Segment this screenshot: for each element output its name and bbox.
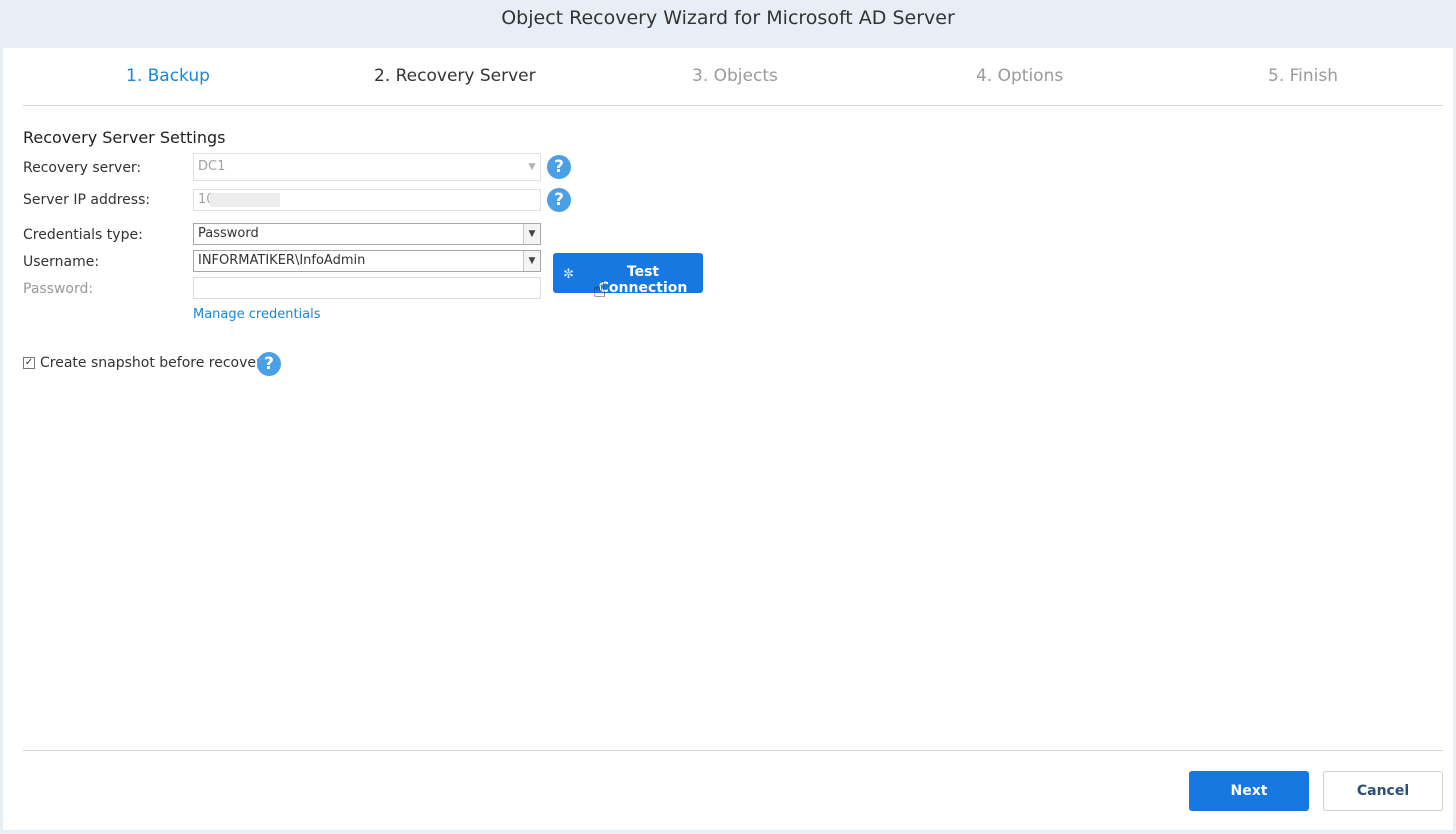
- credentials-type-select[interactable]: Password ▼: [193, 223, 541, 245]
- next-button[interactable]: Next: [1189, 771, 1309, 811]
- username-label: Username:: [23, 254, 100, 270]
- chevron-down-icon: ▼: [523, 224, 540, 244]
- credentials-type-value: Password: [198, 226, 259, 241]
- footer-divider: [23, 750, 1443, 751]
- step-backup[interactable]: 1. Backup: [126, 66, 210, 86]
- loading-spinner-icon: ✼: [563, 267, 574, 282]
- step-options: 4. Options: [976, 66, 1064, 86]
- question-circle-icon[interactable]: ?: [547, 155, 571, 179]
- step-recovery-server[interactable]: 2. Recovery Server: [374, 66, 536, 86]
- recovery-server-value: DC1: [198, 159, 226, 174]
- redacted-block: [210, 193, 280, 207]
- password-field[interactable]: [193, 277, 541, 299]
- question-circle-icon[interactable]: ?: [257, 352, 281, 376]
- manage-credentials-link[interactable]: Manage credentials: [193, 307, 321, 322]
- question-circle-icon[interactable]: ?: [547, 188, 571, 212]
- step-objects: 3. Objects: [692, 66, 778, 86]
- cancel-button[interactable]: Cancel: [1323, 771, 1443, 811]
- snapshot-checkbox[interactable]: ✓: [23, 357, 35, 369]
- section-title: Recovery Server Settings: [23, 128, 226, 147]
- recovery-server-label: Recovery server:: [23, 160, 142, 176]
- chevron-down-icon: ▼: [523, 251, 540, 271]
- password-label: Password:: [23, 281, 94, 297]
- username-value: INFORMATIKER\InfoAdmin: [198, 253, 366, 268]
- wizard-steps: 1. Backup 2. Recovery Server 3. Objects …: [23, 48, 1443, 106]
- credentials-type-label: Credentials type:: [23, 227, 143, 243]
- username-select[interactable]: INFORMATIKER\InfoAdmin ▼: [193, 250, 541, 272]
- recovery-server-select[interactable]: DC1 ▼: [193, 153, 541, 181]
- wizard-panel: 1. Backup 2. Recovery Server 3. Objects …: [3, 48, 1453, 830]
- hand-pointer-icon: ☝: [593, 278, 607, 303]
- snapshot-label: Create snapshot before recovery: [40, 355, 271, 371]
- checkmark-icon: ✓: [24, 357, 34, 368]
- chevron-down-icon: ▼: [528, 162, 536, 172]
- step-finish: 5. Finish: [1268, 66, 1339, 86]
- server-ip-field[interactable]: 10: [193, 189, 541, 211]
- window-title: Object Recovery Wizard for Microsoft AD …: [0, 0, 1456, 48]
- test-connection-button[interactable]: ✼ Test Connection: [553, 253, 703, 296]
- server-ip-label: Server IP address:: [23, 192, 151, 208]
